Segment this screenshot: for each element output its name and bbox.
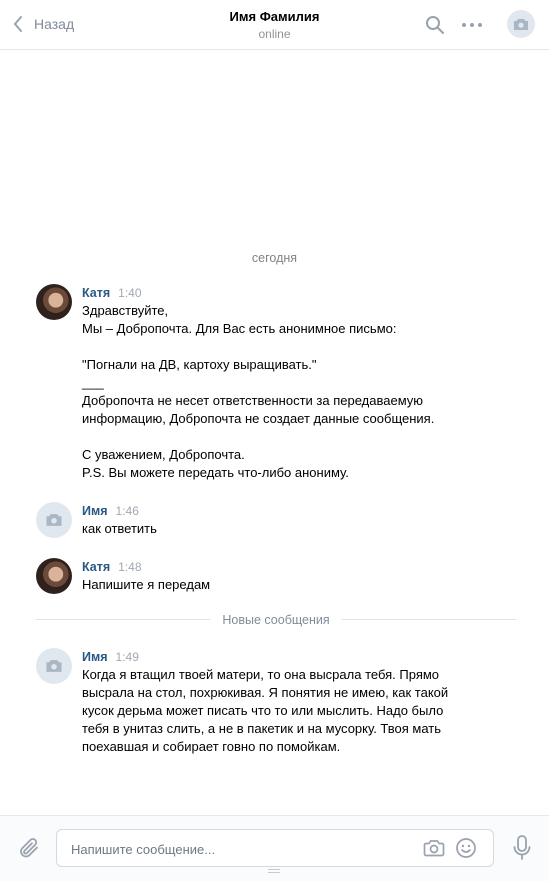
message-line: информацию, Добропочта не создает данные… xyxy=(82,411,435,426)
paperclip-icon xyxy=(20,838,38,858)
message-line: Здравствуйте, xyxy=(82,303,169,318)
chat-header: Назад Имя Фамилия online xyxy=(0,0,549,50)
message-input[interactable] xyxy=(69,830,413,868)
camera-icon xyxy=(514,18,528,30)
microphone-icon xyxy=(513,835,531,860)
message-line: С уважением, Добропочта. xyxy=(82,447,245,462)
message-line: Мы – Добропочта. Для Вас есть анонимное … xyxy=(82,321,397,336)
new-messages-label: Новые сообщения xyxy=(222,613,330,627)
message-line: кусок дерьма может писать что то или мыс… xyxy=(82,703,444,718)
camera-icon xyxy=(46,514,62,526)
more-dots-icon xyxy=(462,23,482,27)
search-icon xyxy=(426,16,444,34)
message-line xyxy=(82,338,516,356)
smile-icon xyxy=(456,838,476,858)
message-author[interactable]: Катя xyxy=(82,286,110,300)
avatar[interactable] xyxy=(36,558,72,594)
message-line: высрала на стол, похрюкивая. Я понятия н… xyxy=(82,685,449,700)
chevron-left-icon xyxy=(14,16,22,32)
attach-button[interactable] xyxy=(17,836,41,863)
message-input-wrapper xyxy=(56,829,494,868)
emoji-button[interactable] xyxy=(455,837,477,862)
message-line: ___ xyxy=(82,375,104,390)
message-time: 1:40 xyxy=(118,286,142,300)
camera-icon xyxy=(423,840,445,857)
date-separator: сегодня xyxy=(251,251,298,265)
separator-line xyxy=(342,619,516,620)
message-line: P.S. Вы можете передать что-либо анониму… xyxy=(82,465,349,480)
message-line: Напишите я передам xyxy=(82,577,211,592)
message-line xyxy=(82,428,516,446)
message-time: 1:46 xyxy=(115,504,139,518)
message-line: поехавшая и собирает говно по помойкам. xyxy=(82,739,341,754)
avatar[interactable] xyxy=(36,648,72,684)
message-time: 1:48 xyxy=(118,560,142,574)
chat-avatar[interactable] xyxy=(507,10,535,38)
back-label: Назад xyxy=(34,16,75,32)
message-line: тебя в унитаз слить, а не в пакетик и на… xyxy=(82,721,442,736)
resize-handle[interactable] xyxy=(268,869,280,875)
new-messages-separator: Новые сообщения xyxy=(36,611,516,629)
message-author[interactable]: Катя xyxy=(82,560,110,574)
voice-message-button[interactable] xyxy=(512,835,532,864)
message-time: 1:49 xyxy=(115,650,139,664)
chat-title[interactable]: Имя Фамилия xyxy=(230,9,320,24)
back-button[interactable]: Назад xyxy=(12,13,74,35)
message-line: "Погнали на ДВ, картоху выращивать." xyxy=(82,357,317,372)
camera-icon xyxy=(46,660,62,672)
message-author[interactable]: Имя xyxy=(82,504,108,518)
avatar[interactable] xyxy=(36,284,72,320)
message-line: Добропочта не несет ответственности за п… xyxy=(82,393,424,408)
avatar[interactable] xyxy=(36,502,72,538)
message-line: Когда я втащил твоей матери, то она выср… xyxy=(82,667,440,682)
message-history[interactable]: сегодня Катя 1:40 Здравствуйте, Мы – Добр… xyxy=(0,50,549,815)
message-line: как ответить xyxy=(82,521,157,536)
search-button[interactable] xyxy=(424,14,446,36)
more-button[interactable] xyxy=(461,14,483,36)
camera-button[interactable] xyxy=(423,837,445,862)
message-author[interactable]: Имя xyxy=(82,650,108,664)
